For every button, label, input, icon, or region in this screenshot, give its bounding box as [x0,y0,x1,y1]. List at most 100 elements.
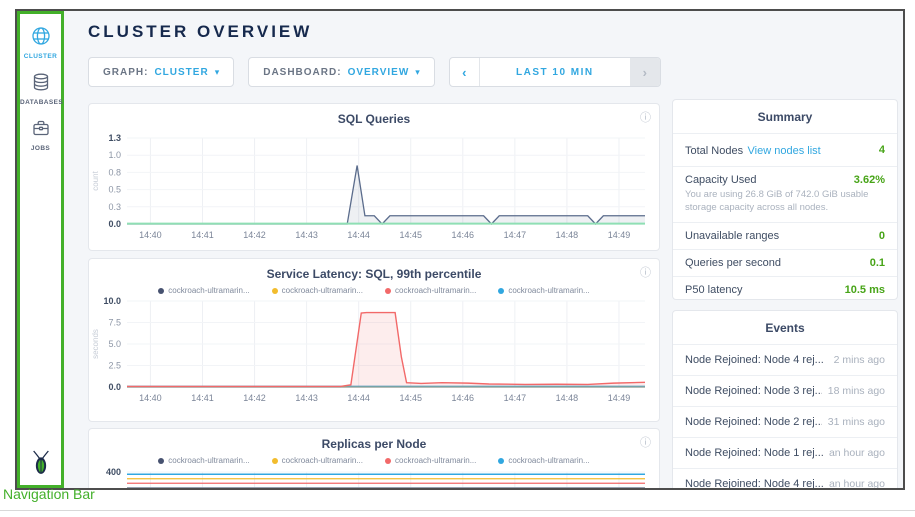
event-row[interactable]: Node Rejoined: Node 4 rej... 2 mins ago [673,344,897,375]
sidebar-item-label: JOBS [20,145,61,152]
legend-dot-icon [272,458,278,464]
svg-text:0.5: 0.5 [108,185,121,195]
time-range-selector: ‹ LAST 10 MIN › [449,57,661,87]
sidebar-item-jobs[interactable]: JOBS [20,118,61,152]
info-icon[interactable]: ⓘ [640,109,651,125]
time-range-next-button[interactable]: › [630,58,660,86]
summary-value: 3.62% [854,174,885,186]
event-label: Node Rejoined: Node 1 rej... [685,447,823,459]
legend-item[interactable]: cockroach-ultramarin... [272,286,363,295]
svg-text:14:46: 14:46 [452,230,475,240]
summary-value: 0.1 [870,257,885,269]
event-time: 31 mins ago [828,416,885,428]
svg-text:14:42: 14:42 [243,230,266,240]
page-divider [0,510,915,511]
summary-row-total-nodes: Total Nodes View nodes list 4 [673,133,897,166]
graph-dropdown-value: CLUSTER [154,67,208,78]
legend-dot-icon [385,288,391,294]
svg-text:0.3: 0.3 [108,202,121,212]
legend-dot-icon [498,288,504,294]
legend-dot-icon [498,458,504,464]
view-nodes-list-link[interactable]: View nodes list [748,145,821,157]
svg-text:14:49: 14:49 [608,393,631,403]
sidebar-item-databases[interactable]: DATABASES [20,72,61,106]
dashboard-dropdown-label: DASHBOARD: [263,67,341,78]
replicas-per-node-chart[interactable]: 14:4014:4114:4214:4314:4414:4514:4614:47… [89,465,655,490]
svg-text:14:47: 14:47 [504,230,527,240]
service-latency-panel: Service Latency: SQL, 99th percentile ⓘ … [88,258,660,422]
svg-text:14:48: 14:48 [556,230,579,240]
legend-dot-icon [385,458,391,464]
svg-text:1.0: 1.0 [108,150,121,160]
chart-legend: cockroach-ultramarin... cockroach-ultrama… [89,286,659,295]
svg-text:14:43: 14:43 [295,393,318,403]
svg-text:14:41: 14:41 [191,393,214,403]
svg-text:14:48: 14:48 [556,393,579,403]
info-icon[interactable]: ⓘ [640,264,651,280]
svg-text:14:40: 14:40 [139,230,162,240]
sql-queries-chart[interactable]: 14:4014:4114:4214:4314:4414:4514:4614:47… [89,126,655,248]
chart-legend: cockroach-ultramarin... cockroach-ultrama… [89,456,659,465]
dashboard-dropdown-value: OVERVIEW [348,67,410,78]
time-range-label[interactable]: LAST 10 MIN [480,58,630,86]
events-title: Events [673,311,897,344]
svg-text:5.0: 5.0 [108,339,121,349]
summary-value: 0 [879,230,885,242]
database-icon [20,72,61,97]
summary-row-capacity: Capacity Used 3.62% You are using 26.8 G… [673,166,897,222]
summary-panel: Summary Total Nodes View nodes list 4 Ca… [672,99,898,300]
time-range-prev-button[interactable]: ‹ [450,58,480,86]
event-row[interactable]: Node Rejoined: Node 3 rej... 18 mins ago [673,375,897,406]
legend-item[interactable]: cockroach-ultramarin... [158,286,249,295]
svg-text:14:43: 14:43 [295,230,318,240]
chevron-down-icon: ▾ [215,67,220,78]
svg-text:10.0: 10.0 [103,296,121,306]
info-icon[interactable]: ⓘ [640,434,651,450]
svg-text:14:46: 14:46 [452,393,475,403]
cockroachdb-logo[interactable] [20,449,61,480]
legend-item[interactable]: cockroach-ultramarin... [385,456,476,465]
svg-text:0.0: 0.0 [108,382,121,392]
app-window: CLUSTER DATABASES [15,9,905,490]
event-time: an hour ago [829,478,885,490]
capacity-description: You are using 26.8 GiB of 742.0 GiB usab… [685,189,885,215]
annotation-label: Navigation Bar [3,486,95,502]
legend-item[interactable]: cockroach-ultramarin... [158,456,249,465]
svg-text:14:44: 14:44 [347,393,370,403]
event-label: Node Rejoined: Node 4 rej... [685,354,824,366]
legend-dot-icon [272,288,278,294]
summary-label: P50 latency [685,284,742,296]
legend-item[interactable]: cockroach-ultramarin... [272,456,363,465]
sidebar-item-label: CLUSTER [20,53,61,60]
event-time: 18 mins ago [828,385,885,397]
legend-item[interactable]: cockroach-ultramarin... [498,456,589,465]
graph-dropdown[interactable]: GRAPH: CLUSTER ▾ [88,57,234,87]
event-label: Node Rejoined: Node 2 rej... [685,416,822,428]
svg-text:14:47: 14:47 [504,393,527,403]
svg-text:2.5: 2.5 [108,361,121,371]
event-label: Node Rejoined: Node 3 rej... [685,385,822,397]
dashboard-dropdown[interactable]: DASHBOARD: OVERVIEW ▾ [248,57,435,87]
summary-label: Queries per second [685,257,781,269]
svg-text:14:40: 14:40 [139,393,162,403]
svg-text:7.5: 7.5 [108,318,121,328]
chevron-down-icon: ▾ [415,67,420,78]
legend-item[interactable]: cockroach-ultramarin... [498,286,589,295]
legend-dot-icon [158,288,164,294]
event-label: Node Rejoined: Node 4 rej... [685,478,823,490]
svg-text:14:41: 14:41 [191,230,214,240]
event-time: 2 mins ago [834,354,885,366]
sidebar-item-label: DATABASES [20,99,61,106]
summary-label: Total Nodes [685,145,743,157]
summary-row-queries-per-second: Queries per second 0.1 [673,249,897,276]
service-latency-chart[interactable]: 14:4014:4114:4214:4314:4414:4514:4614:47… [89,295,655,413]
chart-title: SQL Queries [89,104,659,126]
event-row[interactable]: Node Rejoined: Node 1 rej... an hour ago [673,437,897,468]
sidebar-item-cluster[interactable]: CLUSTER [20,26,61,60]
globe-icon [20,26,61,51]
svg-text:14:44: 14:44 [347,230,370,240]
event-row[interactable]: Node Rejoined: Node 4 rej... an hour ago [673,468,897,490]
legend-item[interactable]: cockroach-ultramarin... [385,286,476,295]
svg-text:400: 400 [106,467,121,477]
event-row[interactable]: Node Rejoined: Node 2 rej... 31 mins ago [673,406,897,437]
